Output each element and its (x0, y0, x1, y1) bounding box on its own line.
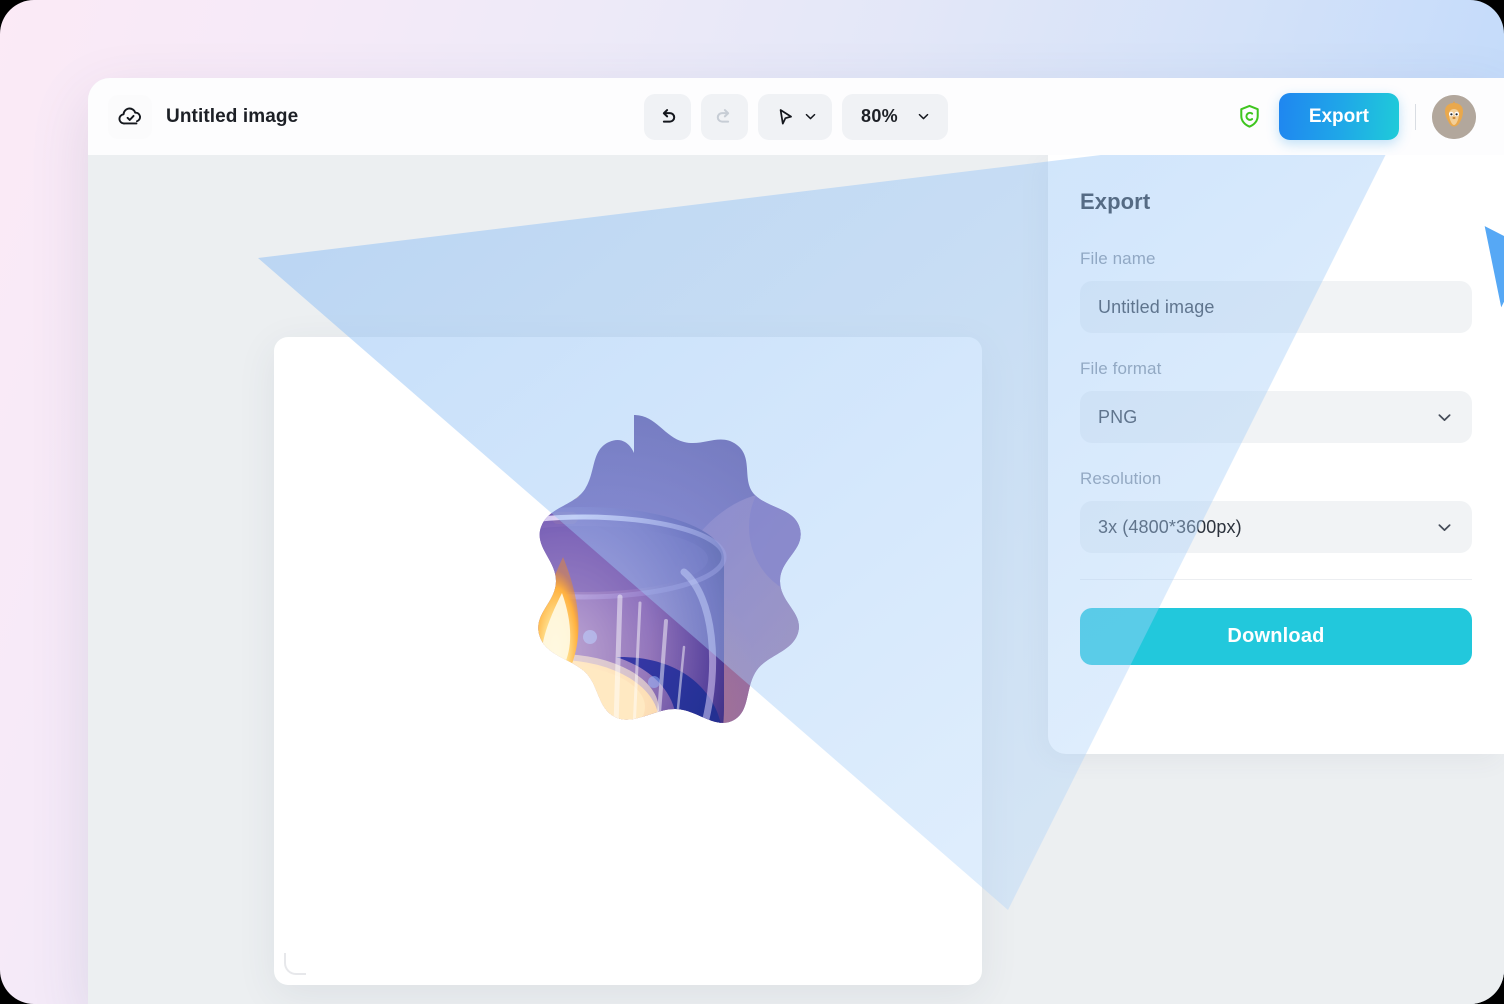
candle-in-glass-image[interactable] (384, 407, 884, 917)
chevron-down-icon (1438, 413, 1451, 421)
credits-shield-button[interactable] (1236, 103, 1263, 130)
zoom-level-label: 80% (861, 106, 898, 126)
resolution-select[interactable]: 3x (4800*3600px) (1080, 501, 1472, 553)
resolution-label: Resolution (1080, 469, 1162, 488)
toolbar-right-group: Export (1236, 93, 1476, 140)
chevron-down-icon (918, 113, 929, 120)
user-avatar-image (1432, 94, 1476, 139)
resize-corner-icon[interactable] (284, 953, 306, 975)
chevron-down-icon (1438, 523, 1451, 531)
cloud-check-icon[interactable] (108, 94, 152, 139)
panel-divider (1080, 579, 1472, 580)
export-panel: Export File name Untitled image File for… (1048, 155, 1504, 754)
avatar[interactable] (1432, 94, 1476, 139)
top-toolbar: Untitled image 80% Export (88, 78, 1504, 155)
resolution-value: 3x (4800*3600px) (1098, 516, 1242, 537)
shield-c-icon (1240, 104, 1259, 128)
file-format-label: File format (1080, 359, 1162, 378)
toolbar-left-group: Untitled image (88, 94, 299, 139)
file-format-select[interactable]: PNG (1080, 391, 1472, 443)
undo-arrow-icon (662, 109, 676, 123)
undo-button[interactable] (644, 93, 691, 140)
select-tool-button[interactable] (758, 93, 832, 140)
zoom-level-button[interactable]: 80% (842, 93, 948, 140)
cursor-arrow-icon (779, 108, 792, 124)
redo-button (701, 93, 748, 140)
file-name-label: File name (1080, 249, 1156, 268)
document-title: Untitled image (166, 105, 299, 127)
chevron-down-icon (805, 113, 816, 120)
toolbar-divider (1415, 103, 1416, 130)
export-button[interactable]: Export (1278, 93, 1399, 140)
screenshot-root: Untitled image 80% Export Export File na… (0, 0, 1504, 1004)
download-button[interactable]: Download (1080, 608, 1472, 665)
app-window: Untitled image 80% Export Export File na… (88, 78, 1504, 1004)
file-format-value: PNG (1098, 406, 1138, 427)
redo-arrow-icon (716, 109, 730, 123)
artboard[interactable] (274, 337, 982, 985)
file-name-value: Untitled image (1098, 296, 1215, 317)
export-panel-title: Export (1080, 189, 1151, 214)
toolbar-center-group: 80% (644, 93, 948, 140)
file-name-input[interactable]: Untitled image (1080, 281, 1472, 333)
